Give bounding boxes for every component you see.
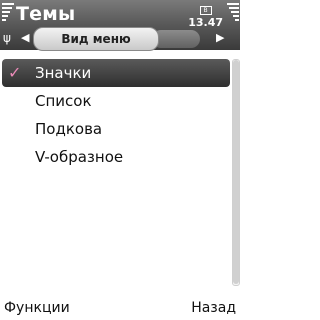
tab-menu-view[interactable]: Вид меню bbox=[33, 27, 159, 51]
list-item-label: Значки bbox=[35, 64, 92, 82]
list-item-v-shaped[interactable]: V-образное bbox=[0, 143, 232, 171]
status-area: B 13.47 bbox=[188, 6, 223, 29]
list-item-list[interactable]: Список bbox=[0, 87, 232, 115]
tab-label: Вид меню bbox=[61, 32, 131, 46]
signal-bar bbox=[2, 15, 8, 17]
list-item-icons[interactable]: ✓ Значки bbox=[2, 59, 230, 87]
tab-left-arrow-icon[interactable]: ◀ bbox=[21, 31, 29, 44]
scrollbar[interactable] bbox=[232, 59, 240, 286]
antenna-icon: ψ bbox=[3, 31, 11, 45]
signal-bar bbox=[2, 11, 10, 13]
screen-title: Темы bbox=[16, 3, 76, 25]
signal-strength-bars bbox=[2, 3, 14, 21]
clock-time: 13.47 bbox=[188, 16, 223, 29]
tab-next-ghost bbox=[152, 30, 200, 48]
back-softkey[interactable]: Назад bbox=[191, 300, 236, 316]
list-item-label: Список bbox=[35, 92, 92, 110]
network-status-icon: B bbox=[199, 6, 212, 15]
battery-bar bbox=[235, 19, 239, 21]
list-item-label: V-образное bbox=[35, 148, 124, 166]
options-softkey[interactable]: Функции bbox=[4, 300, 70, 316]
menu-layout-list: ✓ Значки Список Подкова V-образное bbox=[0, 59, 232, 171]
list-item-horseshoe[interactable]: Подкова bbox=[0, 115, 232, 143]
battery-bar bbox=[227, 3, 239, 5]
battery-bar bbox=[231, 11, 239, 13]
list-item-label: Подкова bbox=[35, 120, 103, 138]
checkmark-icon: ✓ bbox=[8, 63, 22, 82]
battery-level-bars bbox=[227, 3, 239, 21]
softkey-bar: Функции Назад bbox=[0, 296, 240, 318]
battery-bar bbox=[229, 7, 239, 9]
signal-bar bbox=[2, 7, 12, 9]
battery-bar bbox=[233, 15, 239, 17]
status-header: Темы B 13.47 ψ ◀ Вид меню ▶ bbox=[0, 0, 240, 51]
signal-bar bbox=[2, 3, 14, 5]
scrollbar-thumb[interactable] bbox=[233, 60, 239, 284]
tab-right-arrow-icon[interactable]: ▶ bbox=[216, 31, 224, 44]
signal-bar bbox=[2, 19, 6, 21]
